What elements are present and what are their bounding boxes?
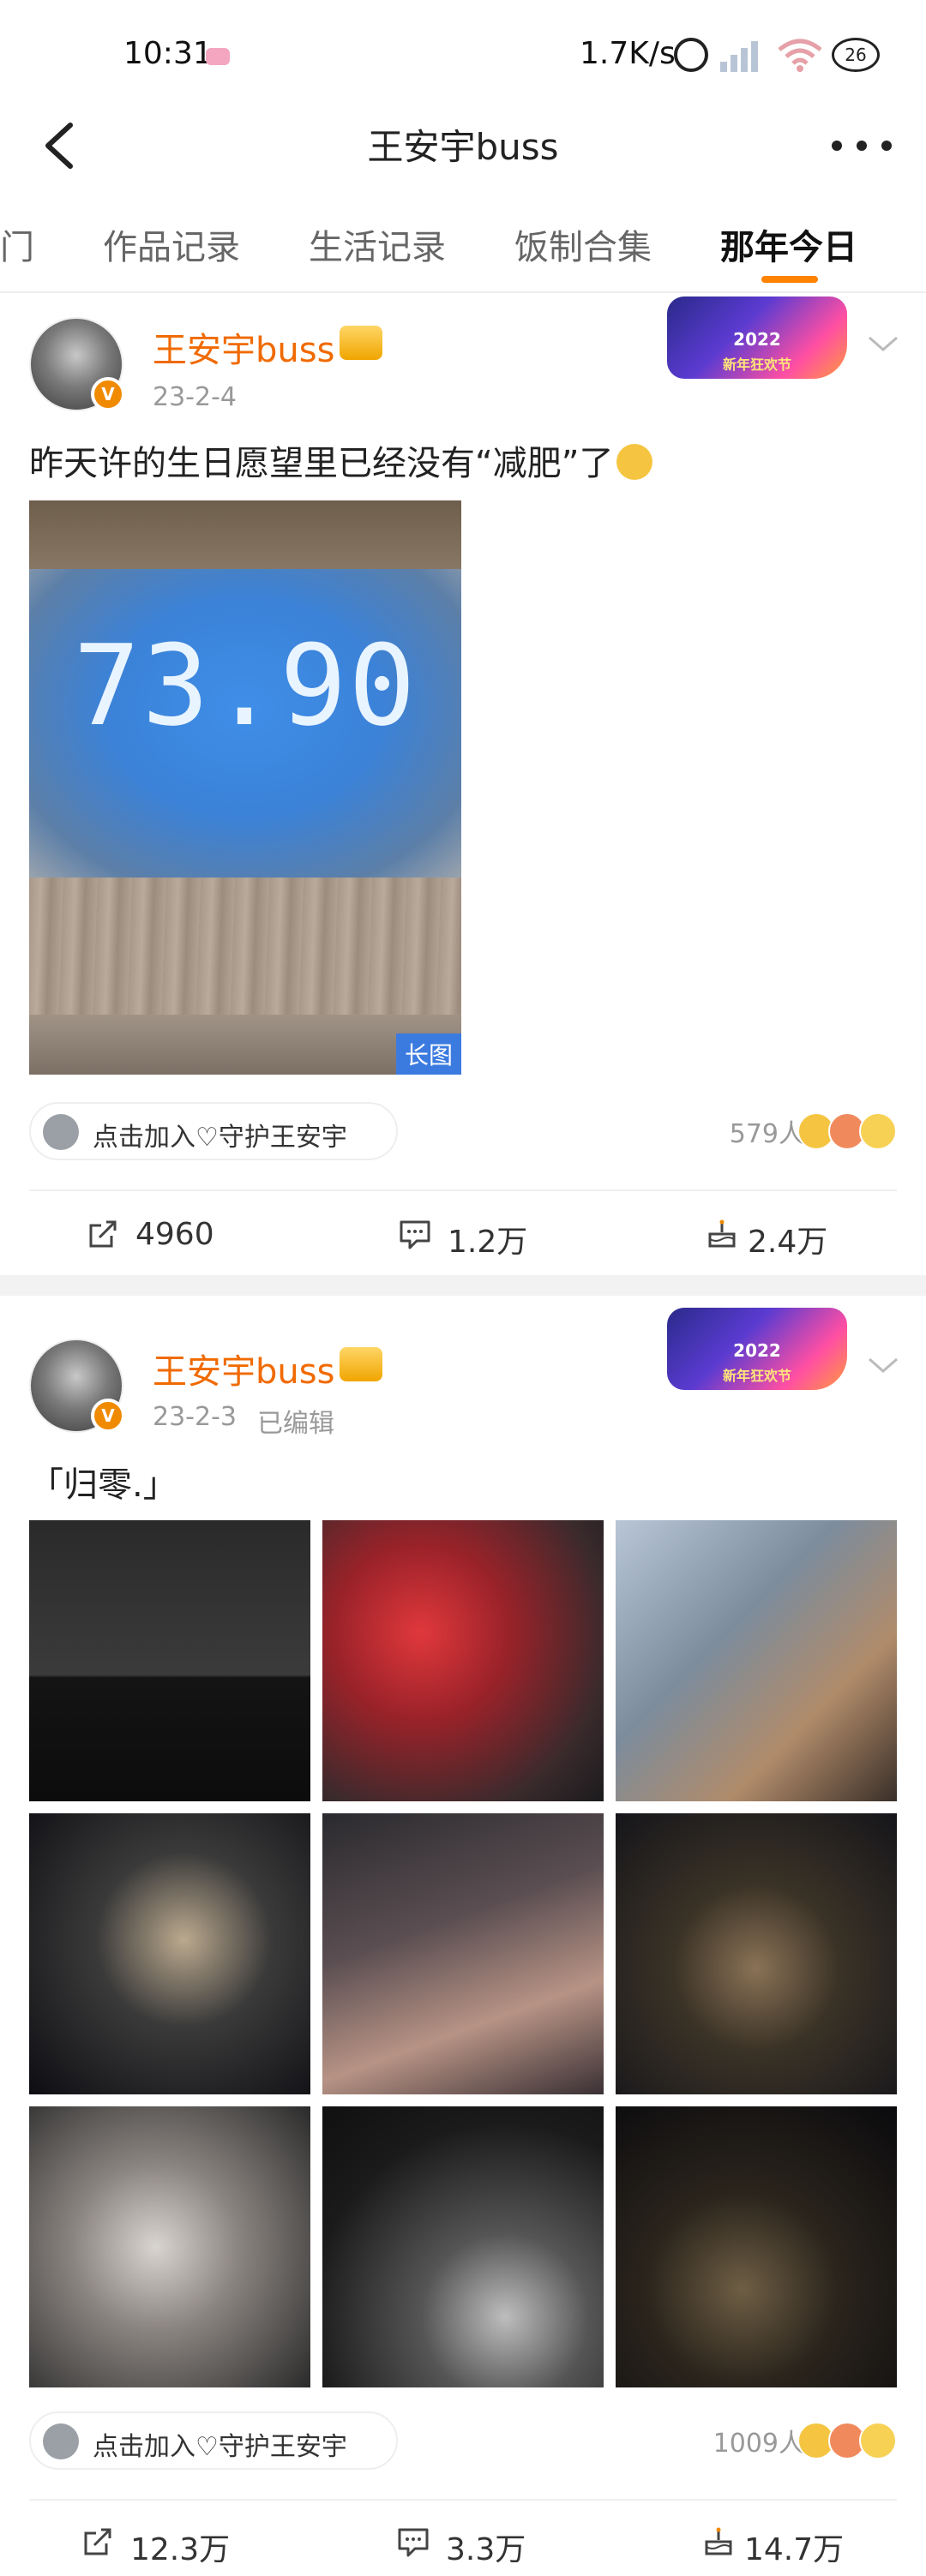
top-bar: 王安宇buss <box>0 103 926 189</box>
tab-hot[interactable]: 门 <box>0 219 34 269</box>
post-text: 「归零.」 <box>29 1465 177 1505</box>
grid-image[interactable] <box>322 2106 604 2387</box>
grid-image[interactable] <box>322 1520 604 1801</box>
signal-icon <box>720 38 770 72</box>
repost-count: 12.3万 <box>130 2532 231 2567</box>
festival-name: 新年狂欢节 <box>722 1368 791 1384</box>
wifi-icon <box>777 38 823 72</box>
divider <box>29 1189 897 1191</box>
post-date: 23-2-4 <box>153 382 237 412</box>
tab-life[interactable]: 生活记录 <box>309 219 446 269</box>
chevron-down-icon[interactable] <box>866 1347 900 1381</box>
alarm-icon <box>674 38 708 72</box>
post-image[interactable]: 73.90 长图 <box>29 500 461 1075</box>
repost-button[interactable]: 12.3万 <box>81 2516 269 2567</box>
repost-button[interactable]: 4960 <box>86 1208 274 1260</box>
grid-image[interactable] <box>29 1520 310 1801</box>
post-text-content: 昨天许的生日愿望里已经没有“减肥”了 <box>29 444 614 483</box>
verified-badge-icon: V <box>91 377 125 411</box>
repost-icon <box>86 1217 120 1251</box>
repost-icon <box>81 2525 115 2559</box>
status-time: 10:31 <box>123 36 213 71</box>
comment-count: 1.2万 <box>448 1225 528 1260</box>
festival-year: 2022 <box>733 329 781 350</box>
tab-on-this-day[interactable]: 那年今日 <box>720 219 857 269</box>
scale-reading: 73.90 <box>73 620 418 751</box>
grid-image[interactable] <box>322 1813 604 2094</box>
battery-icon: 26 <box>832 38 880 72</box>
grid-image[interactable] <box>29 1813 310 2094</box>
divider <box>29 2499 897 2501</box>
post-username[interactable]: 王安宇buss <box>153 1344 334 1393</box>
festival-name: 新年狂欢节 <box>722 356 791 373</box>
festival-year: 2022 <box>733 1340 781 1361</box>
tab-fan-made[interactable]: 饭制合集 <box>514 219 652 269</box>
status-bar: 10:31 1.7K/s 26 <box>0 0 926 103</box>
post-text: 昨天许的生日愿望里已经没有“减肥”了 <box>29 435 653 485</box>
comment-icon <box>396 2525 430 2559</box>
active-tab-indicator <box>761 276 818 283</box>
laugh-emoji-icon <box>859 1112 897 1150</box>
laugh-emoji-icon <box>859 2422 897 2459</box>
like-count: 14.7万 <box>744 2532 845 2567</box>
reaction-emojis[interactable] <box>797 2422 897 2459</box>
more-options-icon[interactable] <box>832 130 892 161</box>
post-username[interactable]: 王安宇buss <box>153 322 334 372</box>
like-button[interactable]: 2.4万 <box>705 1208 876 1260</box>
post-card: V 王安宇buss 23-2-4 2022 新年狂欢节 昨天许的生日愿望里已经没… <box>0 295 926 1275</box>
post-date: 23-2-3 <box>153 1402 237 1432</box>
member-crown-icon <box>340 326 382 360</box>
chevron-down-icon[interactable] <box>866 326 900 360</box>
page-title: 王安宇buss <box>367 126 559 168</box>
post-card: V 王安宇buss 23-2-3 已编辑 2022 新年狂欢节 「归零.」 点击… <box>0 1296 926 2576</box>
like-button[interactable]: 14.7万 <box>701 2516 890 2567</box>
tab-works[interactable]: 作品记录 <box>103 219 240 269</box>
guard-join-label: 点击加入♡守护王安宇 <box>93 1123 347 1153</box>
guard-join-button[interactable]: 点击加入♡守护王安宇 <box>29 2411 398 2470</box>
member-crown-icon <box>340 1347 382 1381</box>
reactor-count[interactable]: 579人 <box>730 1112 804 1150</box>
comment-icon <box>398 1217 432 1251</box>
guard-join-button[interactable]: 点击加入♡守护王安宇 <box>29 1102 398 1160</box>
grid-image[interactable] <box>616 2106 897 2387</box>
doge-emoji-icon <box>616 444 653 480</box>
comment-count: 3.3万 <box>446 2532 526 2567</box>
cake-like-icon <box>705 1217 739 1251</box>
festival-badge[interactable]: 2022 新年狂欢节 <box>667 1308 847 1390</box>
festival-badge[interactable]: 2022 新年狂欢节 <box>667 297 847 379</box>
flower-icon <box>43 2423 79 2459</box>
flower-icon <box>43 1114 79 1150</box>
status-icons: 26 <box>674 38 880 72</box>
tab-bar: 门 作品记录 生活记录 饭制合集 那年今日 <box>0 190 926 293</box>
grid-image[interactable] <box>616 1813 897 2094</box>
network-speed: 1.7K/s <box>580 36 676 71</box>
post-separator <box>0 1275 926 1296</box>
edited-label: 已编辑 <box>257 1409 334 1439</box>
comment-button[interactable]: 3.3万 <box>396 2516 568 2567</box>
grid-image[interactable] <box>29 2106 310 2387</box>
image-grid <box>29 1520 897 2387</box>
repost-count: 4960 <box>135 1217 214 1252</box>
notification-icon <box>206 48 230 65</box>
long-image-label: 长图 <box>395 1033 461 1075</box>
like-count: 2.4万 <box>748 1225 828 1260</box>
comment-button[interactable]: 1.2万 <box>398 1208 569 1260</box>
verified-badge-icon: V <box>91 1399 125 1433</box>
reactor-count[interactable]: 1009人 <box>713 2422 804 2459</box>
guard-join-label: 点击加入♡守护王安宇 <box>93 2432 347 2462</box>
grid-image[interactable] <box>616 1520 897 1801</box>
image-background <box>29 500 461 578</box>
cake-like-icon <box>701 2525 736 2559</box>
reaction-emojis[interactable] <box>797 1112 897 1150</box>
